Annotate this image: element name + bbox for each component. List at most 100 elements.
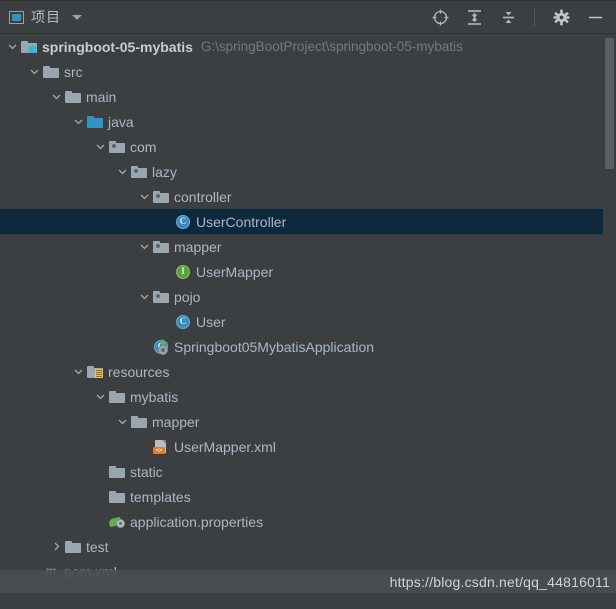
tree-row[interactable]: C User [0,309,616,334]
chevron-down-icon[interactable] [114,409,131,434]
locate-in-tree-button[interactable] [431,8,449,26]
tree-row[interactable]: lazy [0,159,616,184]
tree-row-label: UserController [196,213,287,230]
tree-row[interactable]: test [0,534,616,559]
spring-properties-icon [108,514,125,530]
tree-row-label: Springboot05MybatisApplication [174,338,375,355]
tool-window-title: 项目 [31,9,61,25]
hide-tool-window-button[interactable] [586,8,604,26]
chevron-down-icon[interactable] [70,359,87,384]
gear-icon [553,9,569,25]
chevron-right-icon[interactable] [48,534,65,559]
folder-icon [109,489,125,505]
tree-row-label: templates [130,488,191,505]
package-icon [153,289,169,305]
tree-row-label: springboot-05-mybatis [42,38,193,55]
chevron-down-icon[interactable] [48,84,65,109]
tree-row[interactable]: templates [0,484,616,509]
tree-row[interactable]: mybatis [0,384,616,409]
tree-row[interactable]: mapper [0,409,616,434]
tree-row[interactable]: C UserController [0,209,616,234]
java-interface-icon: I [175,264,191,280]
minimize-icon [588,16,602,18]
tree-row-label: mybatis [130,388,179,405]
tree-row-label: UserMapper.xml [174,438,276,455]
vertical-scrollbar-track[interactable] [603,34,616,609]
tree-row[interactable]: springboot-05-mybatis G:\springBootProjec… [0,34,616,59]
chevron-down-icon[interactable] [136,284,153,309]
folder-icon [65,89,81,105]
package-icon [109,139,125,155]
watermark-text: https://blog.csdn.net/qq_44816011 [389,574,610,590]
folder-icon [109,389,125,405]
xml-file-icon: <> [153,439,169,455]
tree-row[interactable]: src [0,59,616,84]
tree-row-label: test [86,538,109,555]
tree-row-label: controller [174,188,232,205]
tree-row[interactable]: resources [0,359,616,384]
folder-icon [43,64,59,80]
chevron-down-icon[interactable] [136,234,153,259]
chevron-down-icon[interactable] [92,384,109,409]
tree-row[interactable]: controller [0,184,616,209]
tree-row-label: main [86,88,117,105]
chevron-down-icon[interactable] [70,109,87,134]
tree-row-label: lazy [152,163,177,180]
project-tool-window: 项目 springboot-05-mybatis G:\springBootPr… [0,0,616,609]
vertical-scrollbar-thumb[interactable] [605,38,614,169]
tree-row-label: mapper [174,238,222,255]
toolbar-right-group [431,8,616,26]
resources-folder-icon [87,364,103,380]
spring-boot-class-icon: C [153,338,169,355]
tree-row[interactable]: I UserMapper [0,259,616,284]
chevron-down-icon[interactable] [114,159,131,184]
chevron-down-icon[interactable] [136,184,153,209]
tree-row[interactable]: java [0,109,616,134]
tree-row[interactable]: C Springboot05MybatisApplication [0,334,616,359]
tree-row-label: src [64,63,83,80]
tree-row-path: G:\springBootProject\springboot-05-mybat… [200,38,463,54]
chevron-down-icon[interactable] [4,34,21,59]
tree-row-label: application.properties [130,513,264,530]
project-toolbar: 项目 [0,0,616,34]
collapse-all-icon [502,11,514,23]
module-folder-icon [21,39,37,55]
toolbar-separator [534,8,535,26]
tree-row[interactable]: main [0,84,616,109]
tree-row-label: UserMapper [196,263,274,280]
settings-button[interactable] [552,8,570,26]
tree-row[interactable]: mapper [0,234,616,259]
tree-row-label: pojo [174,288,201,305]
expand-all-icon [467,9,481,25]
tree-row-label: com [130,138,157,155]
tree-row-label: static [130,463,163,480]
tree-row[interactable]: <> UserMapper.xml [0,434,616,459]
package-icon [153,239,169,255]
folder-icon [109,464,125,480]
folder-icon [131,414,147,430]
tree-row-label: User [196,313,226,330]
chevron-down-icon[interactable] [72,14,82,20]
crosshair-target-icon [432,9,448,25]
project-tree[interactable]: springboot-05-mybatis G:\springBootProjec… [0,34,616,609]
chevron-down-icon[interactable] [92,134,109,159]
chevron-down-icon[interactable] [26,59,43,84]
tree-row[interactable]: pojo [0,284,616,309]
tree-row[interactable]: static [0,459,616,484]
tree-row-label: java [108,113,134,130]
collapse-all-button[interactable] [499,8,517,26]
tree-row[interactable]: com [0,134,616,159]
toolbar-left-group: 项目 [0,10,82,24]
sources-root-folder-icon [87,114,103,130]
package-icon [131,164,147,180]
expand-all-button[interactable] [465,8,483,26]
tree-row[interactable]: application.properties [0,509,616,534]
java-class-icon: C [175,314,191,330]
